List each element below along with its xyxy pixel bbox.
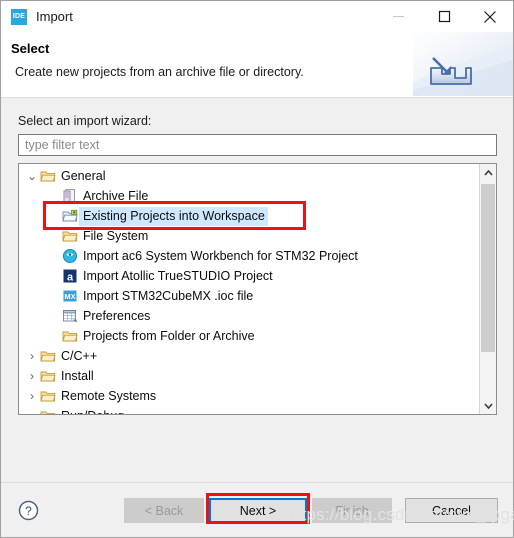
folder-icon <box>40 391 56 402</box>
tree-item-label: C/C++ <box>61 348 98 363</box>
tree-item-import-ac6-system-workbench-for-stm32-project[interactable]: Import ac6 System Workbench for STM32 Pr… <box>19 246 479 266</box>
minimize-button[interactable] <box>375 1 421 32</box>
scroll-down-button[interactable] <box>480 397 496 414</box>
tree-item-label: Install <box>61 368 94 383</box>
folder-icon <box>39 348 57 364</box>
page-title: Select <box>11 41 50 56</box>
close-icon <box>484 10 496 23</box>
folder-icon <box>61 328 79 344</box>
import-wizard-dialog: IDE Import Select Create new projects fr… <box>0 0 514 538</box>
tree-item-label: Existing Projects into Workspace <box>79 206 268 226</box>
folder-icon <box>40 351 56 362</box>
maximize-button[interactable] <box>421 1 467 32</box>
folder-icon <box>39 368 57 384</box>
scrollbar-thumb[interactable] <box>481 184 495 352</box>
preferences-icon <box>61 308 79 324</box>
minimize-icon <box>392 16 404 17</box>
tree-item-label: Run/Debug <box>57 407 127 415</box>
chevron-up-icon <box>483 169 493 176</box>
ac6-circle-icon <box>62 248 78 264</box>
folder-icon <box>40 371 56 382</box>
wizard-footer: ? < Back Next > Finish Cancel <box>1 482 513 537</box>
header-banner <box>413 32 513 96</box>
svg-text:a: a <box>67 271 74 283</box>
tree-item-label: Import STM32CubeMX .ioc file <box>83 288 254 303</box>
tree-item-c-c[interactable]: › C/C++ <box>19 346 479 366</box>
chevron-right-icon[interactable]: › <box>25 386 39 406</box>
atollic-a-icon: a <box>63 269 77 283</box>
tree-item-import-atollic-truestudio-project[interactable]: a Import Atollic TrueSTUDIO Project <box>19 266 479 286</box>
filter-input[interactable] <box>18 134 497 156</box>
select-wizard-label: Select an import wizard: <box>18 114 152 128</box>
folder-icon <box>40 171 56 182</box>
tree-item-label: Remote Systems <box>61 388 157 403</box>
tree-item-remote-systems[interactable]: › Remote Systems <box>19 386 479 406</box>
chevron-down-icon[interactable]: ⌄ <box>25 166 39 186</box>
tree-item-label: Projects from Folder or Archive <box>83 328 255 343</box>
tree-item-general[interactable]: ⌄ General <box>19 166 479 186</box>
tree-item-label: Import ac6 System Workbench for STM32 Pr… <box>83 248 358 263</box>
back-button[interactable]: < Back <box>124 498 204 523</box>
chevron-down-icon <box>483 402 493 409</box>
ac6-circle-icon <box>61 248 79 264</box>
close-button[interactable] <box>467 1 513 32</box>
tree-item-file-system[interactable]: File System <box>19 226 479 246</box>
tree-item-preferences[interactable]: Preferences <box>19 306 479 326</box>
archive-file-icon <box>63 189 75 203</box>
chevron-right-icon[interactable]: › <box>25 406 39 414</box>
window-title: Import <box>36 9 73 24</box>
svg-text:MX: MX <box>64 292 75 301</box>
folder-icon <box>39 388 57 404</box>
cancel-button[interactable]: Cancel <box>405 498 498 523</box>
tree-item-run-debug[interactable]: › Run/Debug <box>19 406 479 414</box>
folder-icon <box>39 408 57 414</box>
cubemx-icon: MX <box>61 288 79 304</box>
tree-item-label: Import Atollic TrueSTUDIO Project <box>83 268 273 283</box>
projects-import-folder-icon <box>61 208 79 224</box>
tree-item-archive-file[interactable]: Archive File <box>19 186 479 206</box>
preferences-icon <box>63 310 77 323</box>
folder-icon <box>61 228 79 244</box>
tree-vertical-scrollbar[interactable] <box>479 164 496 414</box>
window-controls <box>375 1 513 32</box>
projects-import-folder-icon <box>62 209 78 222</box>
finish-button[interactable]: Finish <box>312 498 392 523</box>
tree-rows-container: ⌄ General Archive File Existing Projects in… <box>19 164 479 414</box>
page-description: Create new projects from an archive file… <box>15 65 304 79</box>
import-tray-icon <box>413 32 513 96</box>
title-bar: IDE Import <box>1 1 513 32</box>
folder-icon <box>39 168 57 184</box>
folder-icon <box>62 331 78 342</box>
folder-icon <box>62 231 78 242</box>
tree-item-label: General <box>61 168 106 183</box>
chevron-right-icon[interactable]: › <box>25 346 39 366</box>
import-wizard-tree[interactable]: ⌄ General Archive File Existing Projects in… <box>18 163 497 415</box>
tree-item-install[interactable]: › Install <box>19 366 479 386</box>
tree-item-label: File System <box>83 228 149 243</box>
tree-item-existing-projects-into-workspace[interactable]: Existing Projects into Workspace <box>19 206 479 226</box>
next-button[interactable]: Next > <box>209 498 307 523</box>
archive-file-icon <box>61 188 79 204</box>
svg-text:?: ? <box>25 504 32 518</box>
atollic-a-icon: a <box>61 268 79 284</box>
scroll-up-button[interactable] <box>480 164 496 181</box>
tree-item-label: Preferences <box>83 308 151 323</box>
help-button[interactable]: ? <box>18 500 39 524</box>
folder-icon <box>40 411 56 414</box>
tree-item-import-stm32cubemx-ioc-file[interactable]: MX Import STM32CubeMX .ioc file <box>19 286 479 306</box>
cubemx-icon: MX <box>63 290 77 302</box>
help-question-icon: ? <box>18 500 39 521</box>
app-icon: IDE <box>11 8 27 25</box>
wizard-header: Select Create new projects from an archi… <box>1 32 513 98</box>
chevron-right-icon[interactable]: › <box>25 366 39 386</box>
tree-item-label: Archive File <box>83 188 149 203</box>
tree-item-projects-from-folder-or-archive[interactable]: Projects from Folder or Archive <box>19 326 479 346</box>
maximize-icon <box>438 10 450 23</box>
wizard-body: Select an import wizard: ⌄ General Archive… <box>1 98 513 482</box>
